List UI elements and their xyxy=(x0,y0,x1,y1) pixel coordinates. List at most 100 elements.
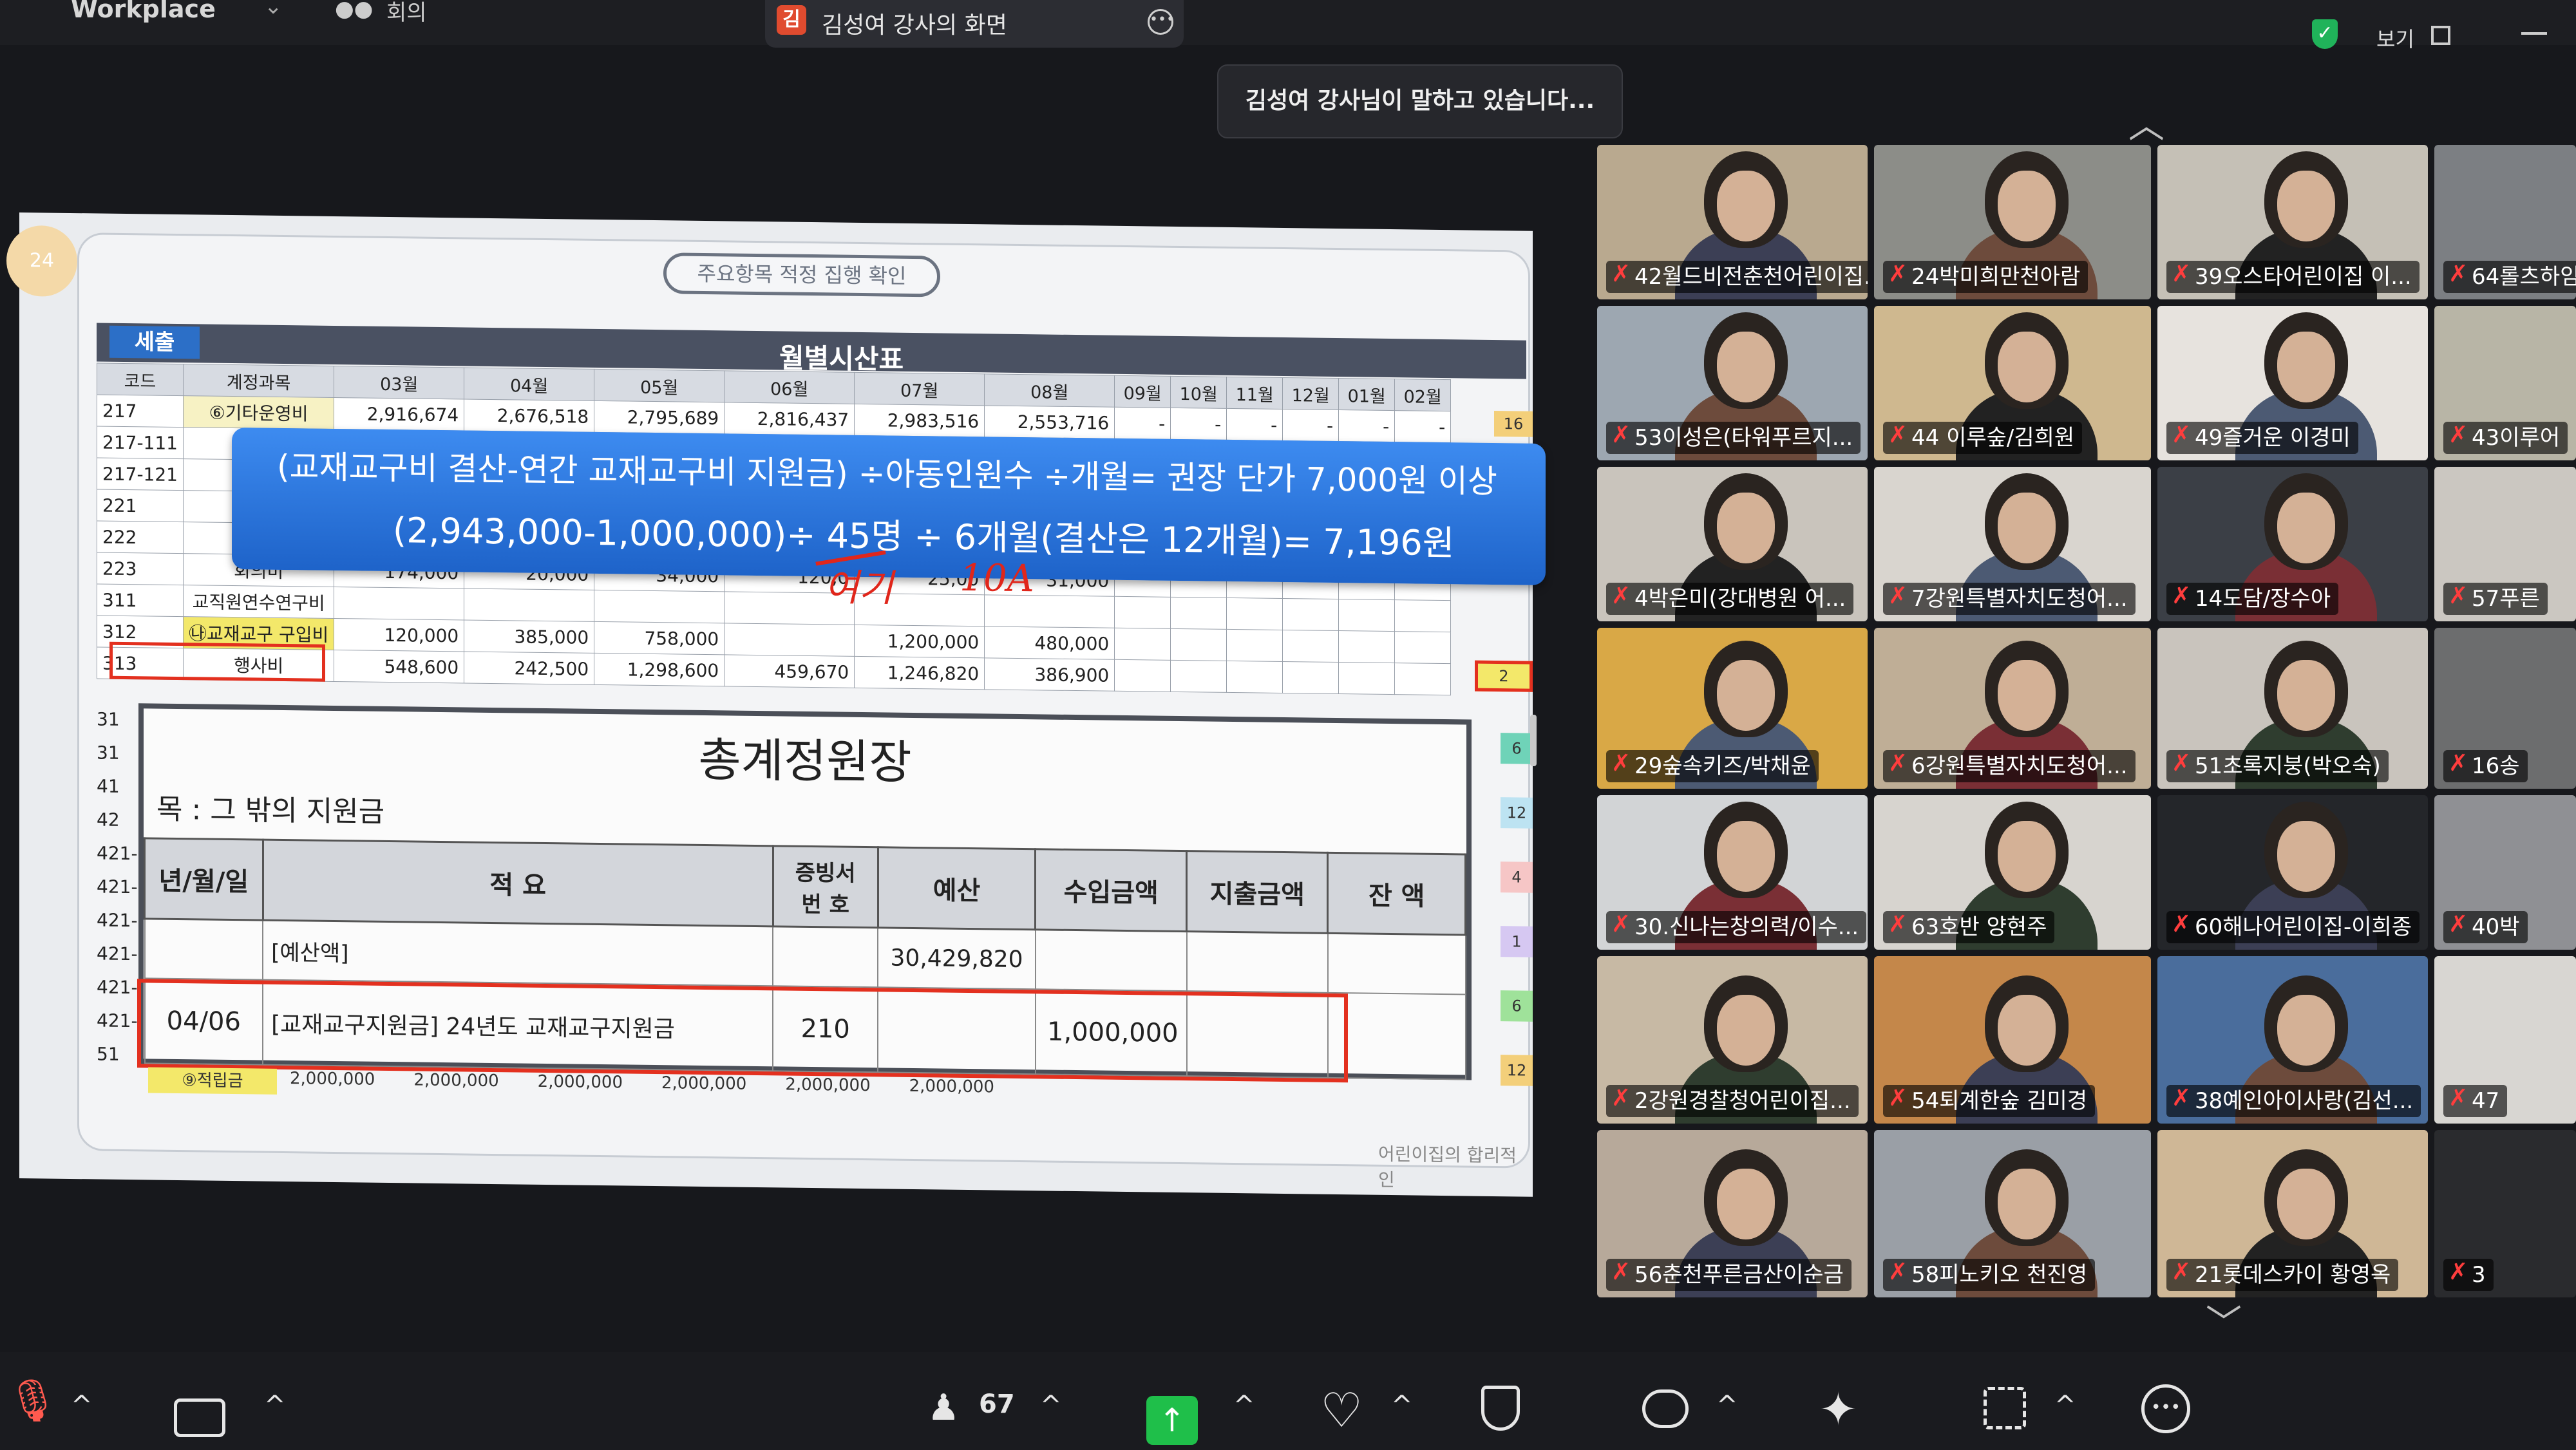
participant-tile[interactable]: 44 이루숲/김희원 ✗ xyxy=(1874,306,2151,460)
participant-video xyxy=(1717,332,1775,402)
participant-tile[interactable]: 24박미희만천아람 ✗ xyxy=(1874,145,2151,299)
screen-share-pill[interactable]: 김 김성여 강사의 화면 ••• xyxy=(765,0,1184,48)
view-label[interactable]: 보기 xyxy=(2376,23,2414,53)
expense-tab: 세출 xyxy=(109,325,200,359)
mic-muted-icon: ✗ xyxy=(2172,422,2192,448)
participant-tile[interactable]: 63호반 양현주 ✗ xyxy=(1874,795,2151,950)
share-screen-icon[interactable]: ↑ xyxy=(1146,1396,1198,1445)
bottom-row-value: 2,000,000 xyxy=(290,1069,375,1089)
participant-tile[interactable]: 54퇴계한숲 김미경 ✗ xyxy=(1874,956,2151,1124)
table-cell xyxy=(1394,599,1451,632)
security-icon[interactable] xyxy=(1481,1386,1520,1431)
participant-tile[interactable]: 2강원경찰청어린이집... ✗ xyxy=(1597,956,1868,1124)
participant-tile[interactable]: 56춘천푸른금산이순금 ✗ xyxy=(1597,1130,1868,1297)
share-chevron-icon[interactable]: ^ xyxy=(1233,1391,1255,1420)
table-cell: 2,676,518 xyxy=(464,399,594,433)
participant-tile[interactable]: 43이루어 ✗ xyxy=(2434,306,2576,460)
participant-video xyxy=(1717,493,1775,563)
reactions-heart-icon[interactable]: ♡ xyxy=(1320,1383,1363,1438)
right-col-value: 16 xyxy=(1494,410,1533,437)
participant-tile[interactable]: 29숲속키즈/박채윤 ✗ xyxy=(1597,628,1868,789)
participant-name: 44 이루숲/김희원 xyxy=(1883,422,2083,454)
bottom-row-value: 2,000,000 xyxy=(413,1070,499,1091)
bottom-row-value: 2,000,000 xyxy=(785,1075,871,1096)
chevron-down-icon[interactable]: ⌄ xyxy=(264,0,283,19)
participant-tile[interactable]: 58피노키오 천진영 ✗ xyxy=(1874,1130,2151,1297)
chat-chevron-icon[interactable]: ^ xyxy=(1716,1391,1738,1420)
participant-tile[interactable]: 47 ✗ xyxy=(2434,956,2576,1124)
participant-tile[interactable]: 42월드비전춘천어린이집... ✗ xyxy=(1597,145,1868,299)
mic-muted-icon: ✗ xyxy=(1888,422,1908,448)
chat-icon[interactable] xyxy=(1642,1389,1689,1428)
table-cell: - xyxy=(1282,409,1339,442)
mic-muted-icon: ✗ xyxy=(2172,1085,2192,1111)
mic-muted-icon: ✗ xyxy=(2172,261,2192,287)
participant-tile[interactable]: 60해나어린이집-이희종 ✗ xyxy=(2157,795,2428,950)
participant-tile[interactable]: 39오스타어린이집 이... ✗ xyxy=(2157,145,2428,299)
meeting-icon: ●● xyxy=(335,0,374,22)
participant-video xyxy=(2277,332,2335,402)
minimize-icon[interactable] xyxy=(2521,32,2547,35)
col-header: 적 요 xyxy=(263,840,773,927)
participant-tile[interactable]: 16송 ✗ xyxy=(2434,628,2576,789)
apps-icon[interactable] xyxy=(1984,1387,2026,1429)
side-code: 421- xyxy=(97,943,138,965)
participants-count: 67 xyxy=(979,1389,1015,1419)
participant-name: 54퇴계한숲 김미경 xyxy=(1883,1085,2096,1117)
participant-tile[interactable]: 4박은미(강대병원 어... ✗ xyxy=(1597,467,1868,621)
mic-muted-icon: ✗ xyxy=(2448,750,2468,777)
side-code: 41 xyxy=(97,775,120,797)
table-cell: 1,298,600 xyxy=(594,653,724,686)
participant-video xyxy=(1717,171,1775,241)
right-col-value: 4 xyxy=(1501,862,1533,893)
participants-chevron-icon[interactable]: ^ xyxy=(1040,1391,1062,1420)
table-cell xyxy=(464,588,594,622)
participant-tile[interactable]: 40박 ✗ xyxy=(2434,795,2576,950)
table-cell: 교직원연수연구비 xyxy=(183,585,334,619)
presenter-initial: 김 xyxy=(777,5,806,35)
col-header: 잔 액 xyxy=(1327,852,1466,935)
gallery-scroll-down-icon[interactable]: ﹀ xyxy=(2206,1294,2242,1346)
shared-screen: 24 주요항목 적정 집행 확인 세출 월별시산표 코드 계정과목 03월 04… xyxy=(6,212,1546,1197)
participant-tile[interactable]: 21롯데스카이 황영옥 ✗ xyxy=(2157,1130,2428,1297)
more-icon[interactable]: ••• xyxy=(2141,1384,2190,1433)
right-col-value: 6 xyxy=(1501,733,1533,764)
participant-name: 56춘천푸른금산이순금 xyxy=(1606,1259,1852,1291)
mic-options-chevron-icon[interactable]: ^ xyxy=(71,1391,93,1420)
video-options-chevron-icon[interactable]: ^ xyxy=(264,1391,286,1420)
participant-tile[interactable]: 51초록지붕(박오숙) ✗ xyxy=(2157,628,2428,789)
more-options-icon[interactable]: ••• xyxy=(1148,9,1175,35)
participant-video xyxy=(1998,1169,2056,1239)
participant-tile[interactable]: 49즐거운 이경미 ✗ xyxy=(2157,306,2428,460)
participant-tile[interactable]: 6강원특별자치도청어... ✗ xyxy=(1874,628,2151,789)
table-cell: 223 xyxy=(97,552,184,585)
participant-tile[interactable]: 53이성은(타워푸르지... ✗ xyxy=(1597,306,1868,460)
participant-video xyxy=(2277,1169,2335,1239)
mic-muted-icon[interactable]: 🎙 xyxy=(6,1377,59,1425)
apps-chevron-icon[interactable]: ^ xyxy=(2054,1391,2076,1420)
video-camera-icon[interactable] xyxy=(174,1398,225,1437)
participant-video xyxy=(1717,1169,1775,1239)
split-view-handle[interactable] xyxy=(1530,715,1537,766)
security-shield-icon[interactable]: ✓ xyxy=(2312,19,2338,49)
participant-tile[interactable]: 3 ✗ xyxy=(2434,1130,2576,1297)
participant-video xyxy=(1717,995,1775,1066)
participant-tile[interactable]: 64롤츠하임 ✗ xyxy=(2434,145,2576,299)
right-col-value: 1 xyxy=(1501,926,1533,957)
gallery-scroll-up-icon[interactable]: ︿ xyxy=(2128,97,2164,149)
participant-tile[interactable]: 30.신나는창의력/이수... ✗ xyxy=(1597,795,1868,950)
col-header: 05월 xyxy=(594,369,724,402)
top-bar: Workplace ⌄ ●● 회의 김 김성여 강사의 화면 ••• ✓ 보기 xyxy=(0,0,2576,52)
ai-companion-sparkle-icon[interactable]: ✦ xyxy=(1819,1383,1857,1436)
participant-video xyxy=(1998,332,2056,402)
table-cell xyxy=(1282,661,1339,694)
table-cell: 217-121 xyxy=(97,457,184,491)
participant-name: 38예인아이사랑(김선... xyxy=(2166,1085,2421,1117)
participant-tile[interactable]: 14도담/장수아 ✗ xyxy=(2157,467,2428,621)
view-grid-icon[interactable] xyxy=(2431,26,2450,45)
participants-icon[interactable]: ♟ xyxy=(927,1387,960,1429)
participant-tile[interactable]: 38예인아이사랑(김선... ✗ xyxy=(2157,956,2428,1124)
participant-tile[interactable]: 57푸른 ✗ xyxy=(2434,467,2576,621)
reactions-chevron-icon[interactable]: ^ xyxy=(1391,1391,1413,1420)
participant-tile[interactable]: 7강원특별자치도청어... ✗ xyxy=(1874,467,2151,621)
